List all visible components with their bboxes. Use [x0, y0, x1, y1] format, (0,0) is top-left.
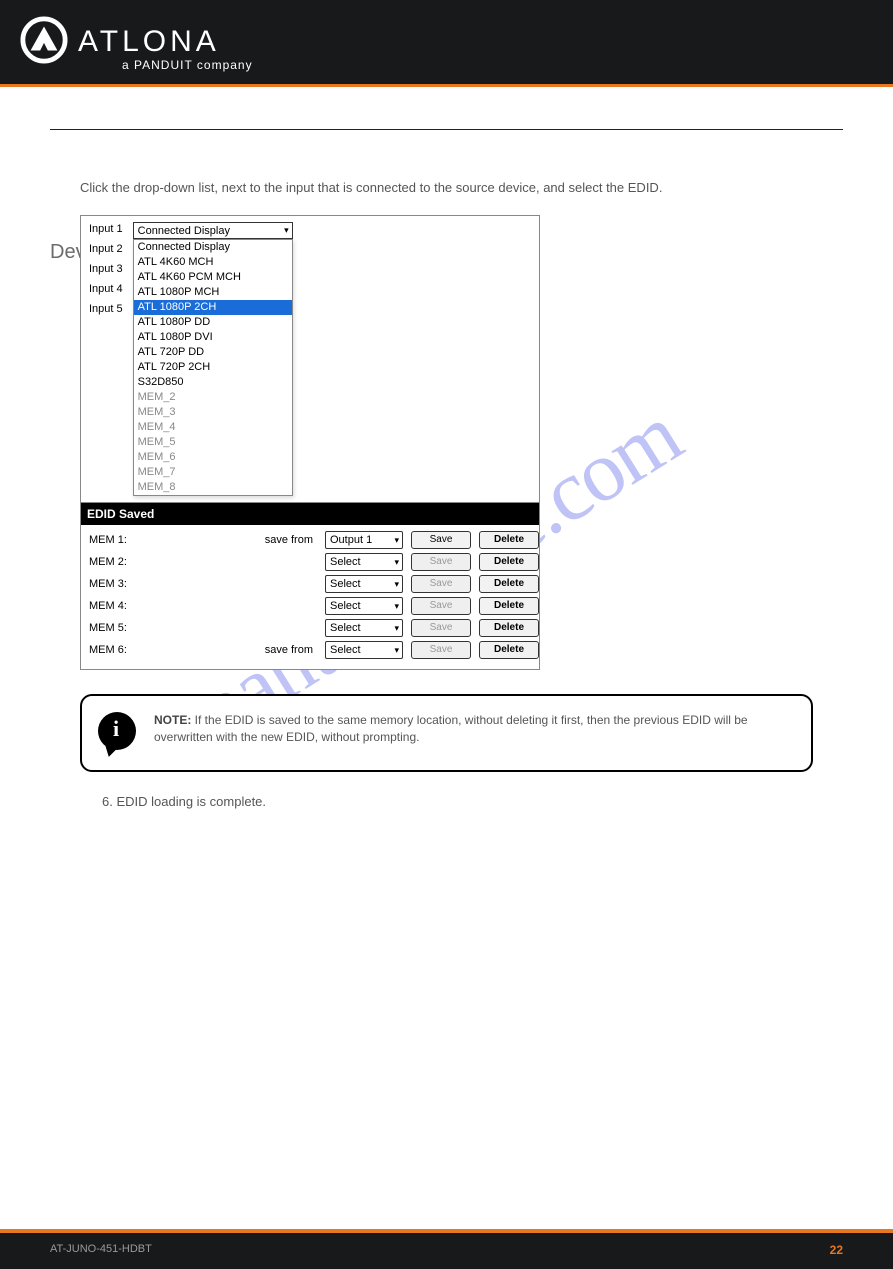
- output-select[interactable]: Output 1▾: [325, 531, 403, 549]
- save-button: Save: [411, 619, 471, 637]
- header-bar: ATLONA a PANDUIT company: [0, 0, 893, 84]
- delete-button[interactable]: Delete: [479, 641, 539, 659]
- divider: [50, 129, 843, 130]
- brand-wordmark: ATLONA: [78, 21, 220, 59]
- edid-option[interactable]: MEM_4: [134, 420, 292, 435]
- mem-label: MEM 6:: [89, 644, 149, 656]
- closing-step: 6. EDID loading is complete.: [102, 794, 843, 809]
- chevron-down-icon: ▾: [284, 225, 289, 236]
- chevron-down-icon: ▾: [394, 623, 399, 634]
- delete-button[interactable]: Delete: [479, 531, 539, 549]
- accent-stripe-top: [0, 84, 893, 87]
- page-number: 22: [830, 1243, 843, 1257]
- save-from-label: save from: [157, 534, 317, 546]
- save-button: Save: [411, 553, 471, 571]
- mem-rows: MEM 1: save from Output 1▾ Save Delete MEM 2:…: [81, 525, 539, 669]
- edid-option[interactable]: ATL 720P 2CH: [134, 360, 292, 375]
- edid-option[interactable]: MEM_2: [134, 390, 292, 405]
- brand-subtitle: a PANDUIT company: [122, 58, 253, 72]
- save-button: Save: [411, 641, 471, 659]
- chevron-down-icon: ▾: [394, 535, 399, 546]
- delete-button[interactable]: Delete: [479, 619, 539, 637]
- output-select[interactable]: Select▾: [325, 553, 403, 571]
- edid-option[interactable]: ATL 1080P 2CH: [134, 300, 292, 315]
- edid-option[interactable]: ATL 4K60 PCM MCH: [134, 270, 292, 285]
- input-label: Input 5: [89, 302, 123, 316]
- intro-paragraph: Click the drop-down list, next to the in…: [80, 180, 843, 195]
- note-callout: NOTE: If the EDID is saved to the same m…: [80, 694, 813, 772]
- edid-option[interactable]: ATL 720P DD: [134, 345, 292, 360]
- mem-label: MEM 4:: [89, 600, 149, 612]
- delete-button[interactable]: Delete: [479, 597, 539, 615]
- input-label: Input 2: [89, 242, 123, 256]
- brand-logo: ATLONA: [20, 16, 220, 64]
- chevron-down-icon: ▾: [394, 579, 399, 590]
- chevron-down-icon: ▾: [394, 645, 399, 656]
- edid-dropdown-list[interactable]: Connected DisplayATL 4K60 MCHATL 4K60 PC…: [133, 239, 293, 496]
- edid-panel: Input 1 Input 2 Input 3 Input 4 Input 5 …: [80, 215, 540, 670]
- edid-select-value: Connected Display: [138, 225, 230, 237]
- atlona-logo-icon: [20, 16, 68, 64]
- mem-label: MEM 3:: [89, 578, 149, 590]
- edid-option[interactable]: Connected Display: [134, 240, 292, 255]
- input-label: Input 4: [89, 282, 123, 296]
- edid-option[interactable]: MEM_8: [134, 480, 292, 495]
- mem-label: MEM 2:: [89, 556, 149, 568]
- save-button[interactable]: Save: [411, 531, 471, 549]
- edid-saved-header: EDID Saved: [81, 502, 539, 525]
- edid-option[interactable]: MEM_7: [134, 465, 292, 480]
- edid-option[interactable]: MEM_5: [134, 435, 292, 450]
- save-button: Save: [411, 597, 471, 615]
- output-select[interactable]: Select▾: [325, 575, 403, 593]
- chevron-down-icon: ▾: [394, 601, 399, 612]
- edid-option[interactable]: MEM_3: [134, 405, 292, 420]
- save-button: Save: [411, 575, 471, 593]
- edid-option[interactable]: S32D850: [134, 375, 292, 390]
- edid-option[interactable]: ATL 1080P DD: [134, 315, 292, 330]
- edid-option[interactable]: MEM_6: [134, 450, 292, 465]
- output-select[interactable]: Select▾: [325, 641, 403, 659]
- save-from-label: save from: [157, 644, 317, 656]
- mem-label: MEM 5:: [89, 622, 149, 634]
- input-labels-column: Input 1 Input 2 Input 3 Input 4 Input 5: [81, 216, 133, 502]
- info-icon: [98, 712, 136, 750]
- mem-label: MEM 1:: [89, 534, 149, 546]
- output-select[interactable]: Select▾: [325, 619, 403, 637]
- output-select[interactable]: Select▾: [325, 597, 403, 615]
- input-label: Input 1: [89, 222, 123, 236]
- footer-model: AT-JUNO-451-HDBT: [50, 1243, 152, 1255]
- delete-button[interactable]: Delete: [479, 575, 539, 593]
- note-text: NOTE: If the EDID is saved to the same m…: [154, 712, 793, 747]
- edid-option[interactable]: ATL 4K60 MCH: [134, 255, 292, 270]
- footer-bar: AT-JUNO-451-HDBT 22: [0, 1233, 893, 1269]
- edid-select[interactable]: Connected Display ▾: [133, 222, 293, 239]
- input-label: Input 3: [89, 262, 123, 276]
- delete-button[interactable]: Delete: [479, 553, 539, 571]
- edid-option[interactable]: ATL 1080P DVI: [134, 330, 292, 345]
- edid-option[interactable]: ATL 1080P MCH: [134, 285, 292, 300]
- chevron-down-icon: ▾: [394, 557, 399, 568]
